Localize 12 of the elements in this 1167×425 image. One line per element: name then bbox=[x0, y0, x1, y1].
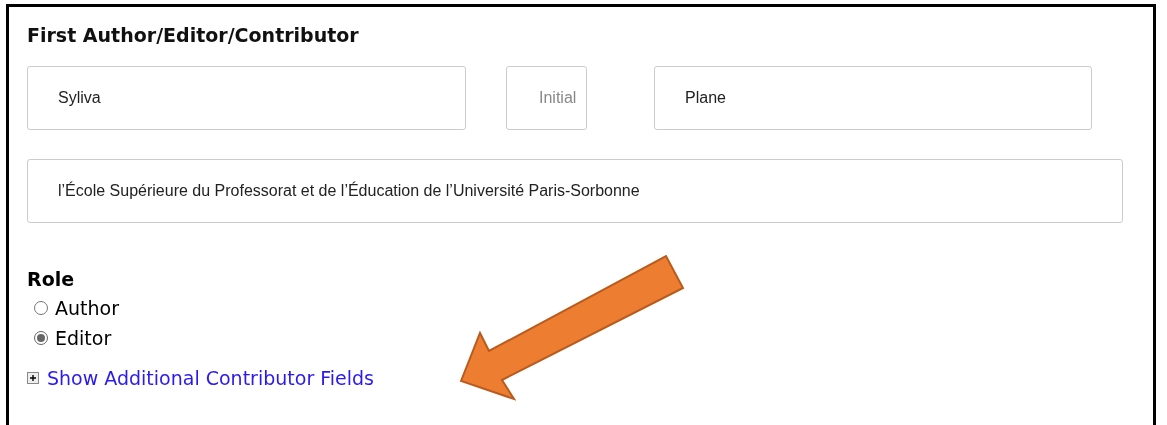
section-title: First Author/Editor/Contributor bbox=[27, 23, 360, 48]
input-field[interactable]: Syliva bbox=[27, 66, 466, 130]
radio-button[interactable] bbox=[34, 331, 48, 345]
plus-icon[interactable] bbox=[27, 372, 39, 384]
radio-label: Editor bbox=[55, 327, 112, 349]
radio-button[interactable] bbox=[34, 301, 48, 315]
input-field[interactable]: Plane bbox=[654, 66, 1092, 130]
radio-label: Author bbox=[55, 297, 119, 319]
show-fields-link[interactable]: Show Additional Contributor Fields bbox=[47, 367, 374, 389]
role-label: Role bbox=[27, 267, 75, 292]
input-field[interactable]: Initial bbox=[506, 66, 587, 130]
input-field[interactable]: l’École Supérieure du Professorat et de l’Éducation de l’Université Paris-Sorbonne bbox=[27, 159, 1123, 223]
